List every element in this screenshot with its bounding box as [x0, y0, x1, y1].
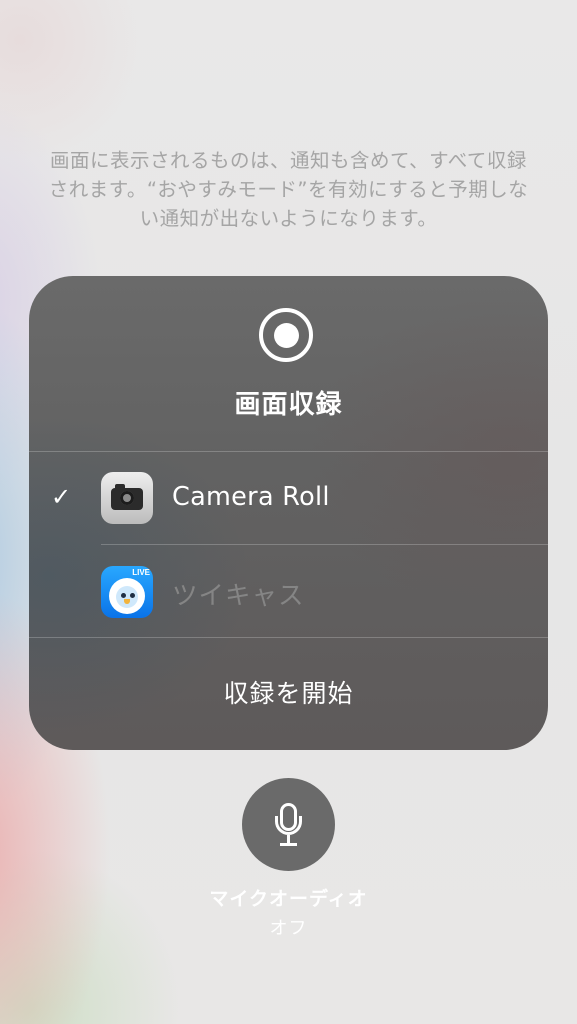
camera-app-icon [101, 472, 153, 524]
twitcasting-app-icon: LIVE [101, 566, 153, 618]
recording-notice: 画面に表示されるものは、通知も含めて、すべて収録 されます。“おやすみモード”を… [22, 146, 555, 233]
destination-label: ツイキャス [172, 581, 305, 611]
notice-line: されます。“おやすみモード”を有効にすると予期しな [48, 178, 529, 201]
start-recording-button[interactable]: 収録を開始 [29, 638, 548, 750]
notice-line: い通知が出ないようになります。 [139, 207, 438, 230]
record-icon [259, 308, 313, 362]
destination-label: Camera Roll [172, 482, 330, 512]
microphone-label: マイクオーディオ [209, 888, 368, 910]
checkmark-icon: ✓ [51, 483, 72, 511]
live-badge: LIVE [132, 568, 150, 577]
microphone-toggle-button[interactable] [242, 778, 335, 871]
panel-title: 画面収録 [234, 390, 343, 420]
divider [101, 544, 548, 545]
notice-line: 画面に表示されるものは、通知も含めて、すべて収録 [50, 149, 527, 172]
microphone-status: オフ [269, 918, 308, 939]
divider [29, 451, 548, 452]
screen-recording-panel: 画面収録 ✓ Camera Roll LIVE ツイキャス 収録を開始 [29, 276, 548, 750]
